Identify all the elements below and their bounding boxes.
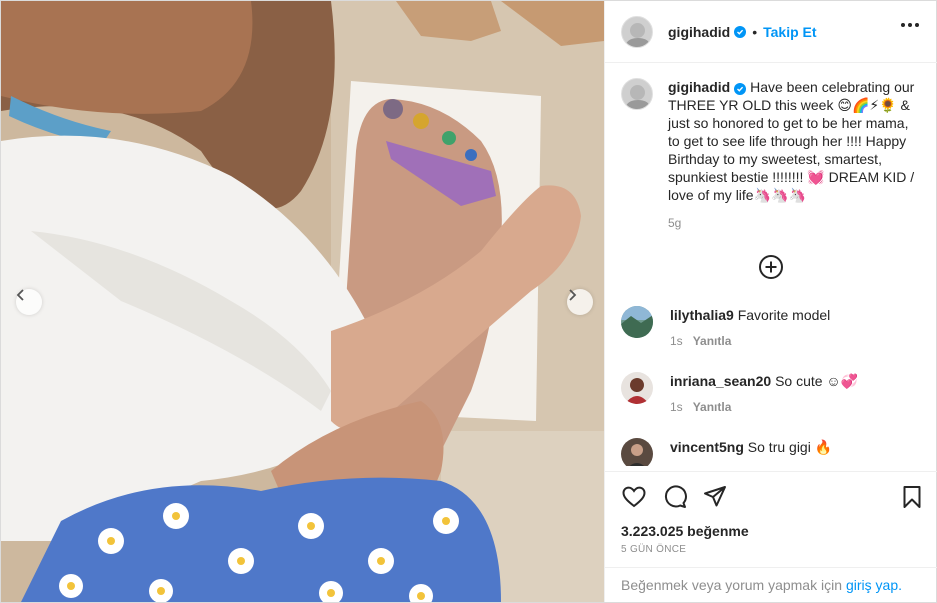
caption-avatar[interactable] [621,78,653,110]
comment-username[interactable]: inriana_sean20 [670,373,771,389]
post-caption: gigihadid Have been celebrating our THRE… [621,78,921,232]
login-link[interactable]: giriş yap. [846,577,902,593]
comment-text: So tru gigi 🔥 [747,439,833,455]
caption-age: 5g [668,216,682,230]
paper-plane-icon[interactable] [702,484,728,510]
comment-avatar[interactable] [621,438,653,466]
comment-text: Favorite model [737,307,831,323]
more-options-icon[interactable] [901,23,919,27]
chevron-right-icon [569,289,577,301]
login-prompt-text: Beğenmek veya yorum yapmak için [621,577,842,593]
verified-badge-icon [734,83,747,95]
comment-item: lilythalia9 Favorite model 1s Yanıtla [621,306,921,350]
reply-button[interactable]: Yanıtla [693,334,732,348]
comment-item: inriana_sean20 So cute ☺💞 1s Yanıtla [621,372,921,416]
post-sidebar: gigihadid • Takip Et gigihadid Have been… [604,1,937,602]
reply-button[interactable]: Yanıtla [693,400,732,414]
plus-circle-icon [759,255,783,279]
chevron-left-icon [16,289,24,301]
comment-avatar[interactable] [621,306,653,338]
comment-age: 1s [670,334,683,348]
comment-avatar[interactable] [621,372,653,404]
carousel-prev-button[interactable] [16,289,42,315]
author-username[interactable]: gigihadid [668,24,730,40]
bookmark-icon[interactable] [899,484,925,510]
comments-list[interactable]: gigihadid Have been celebrating our THRE… [605,64,937,466]
login-prompt: Beğenmek veya yorum yapmak için giriş ya… [605,567,937,602]
carousel-next-button[interactable] [567,289,593,315]
post-photo[interactable] [1,1,604,602]
photo-illustration [1,1,604,602]
comment-item: vincent5ng So tru gigi 🔥 [621,438,921,466]
author-avatar[interactable] [621,15,653,48]
like-count[interactable]: 3.223.025 beğenme [621,523,749,539]
comment-username[interactable]: vincent5ng [670,439,744,455]
comment-age: 1s [670,400,683,414]
follow-button[interactable]: Takip Et [763,24,816,40]
load-more-comments-button[interactable] [758,254,784,280]
verified-badge-icon [734,25,747,38]
post-date: 5 GÜN ÖNCE [621,544,687,555]
comment-username[interactable]: lilythalia9 [670,307,734,323]
post-actions [605,471,937,511]
post-header: gigihadid • Takip Et [605,1,937,63]
comment-text: So cute ☺💞 [775,373,859,389]
caption-username[interactable]: gigihadid [668,79,730,95]
post-dialog: gigihadid • Takip Et gigihadid Have been… [0,0,937,603]
heart-icon[interactable] [621,484,647,510]
comment-bubble-icon[interactable] [662,484,688,510]
caption-text: Have been celebrating our THREE YR OLD t… [668,79,915,203]
header-separator: • [752,23,758,40]
